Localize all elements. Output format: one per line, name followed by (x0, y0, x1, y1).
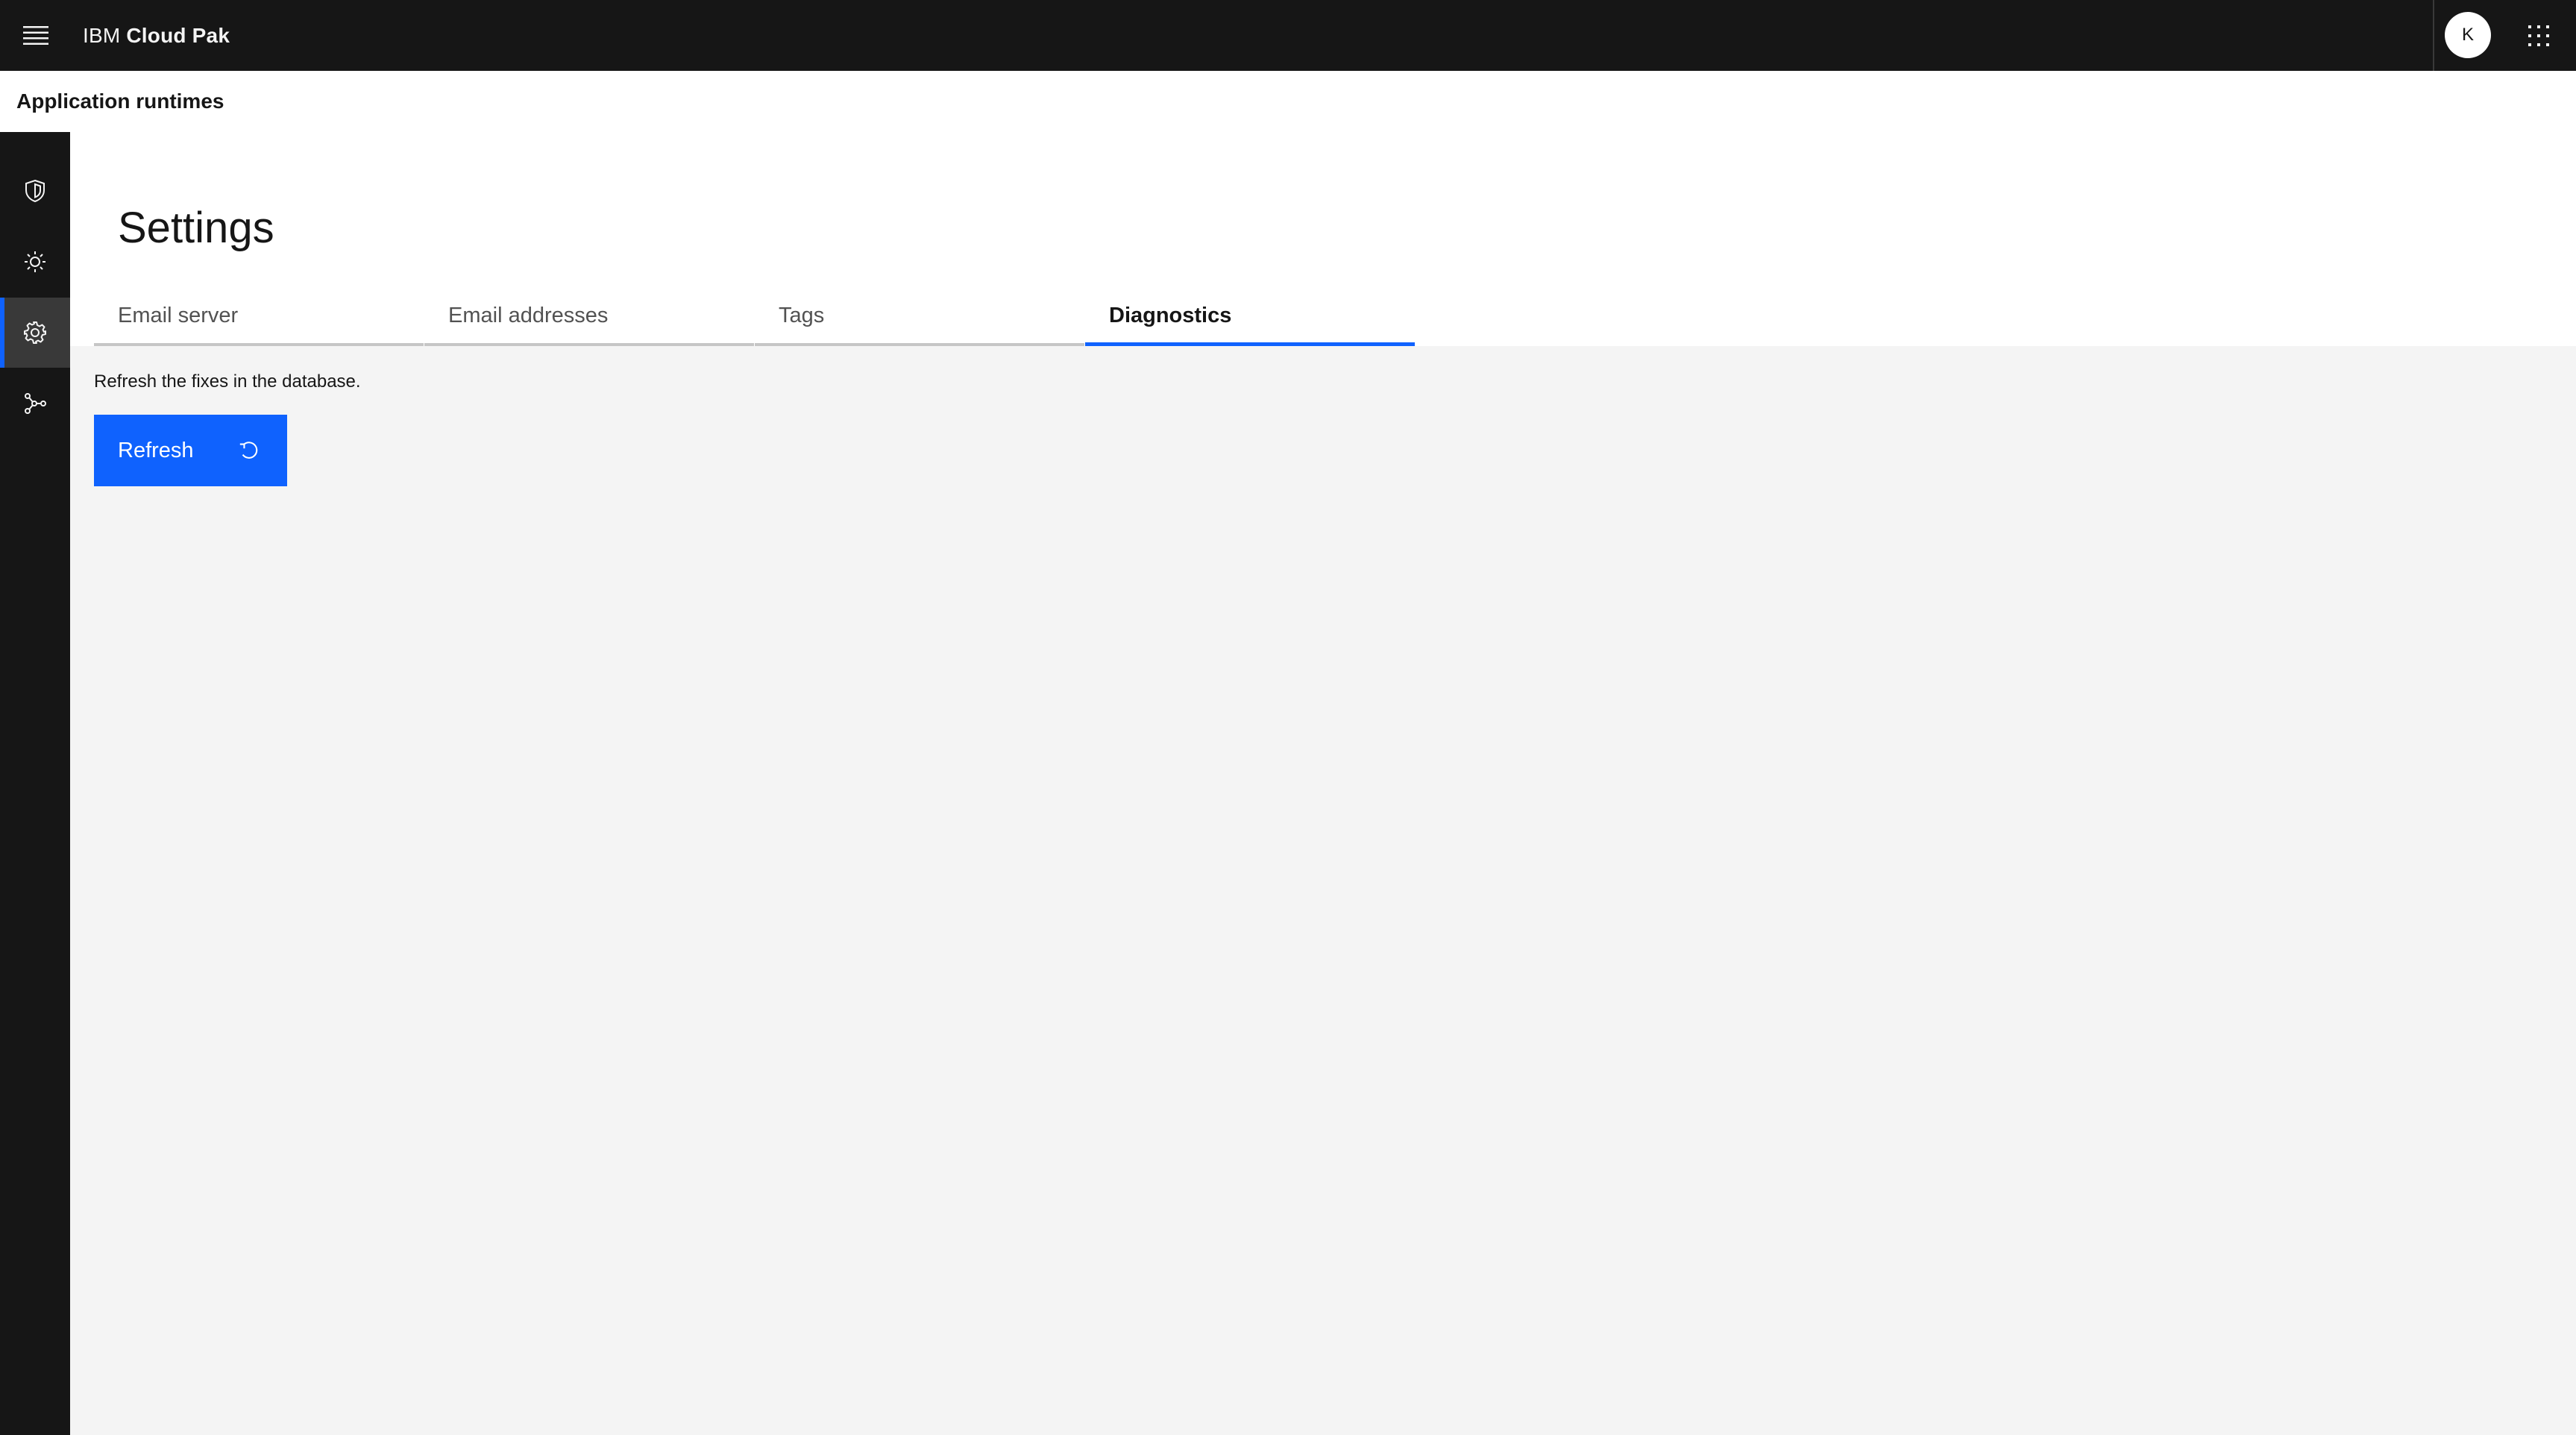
tab-email-addresses[interactable]: Email addresses (424, 288, 754, 346)
sidenav-item-insights[interactable] (0, 227, 70, 297)
app-switcher-icon-svg (2528, 25, 2549, 46)
brand-name[interactable]: IBM Cloud Pak (83, 0, 230, 71)
tab-email-server[interactable]: Email server (94, 288, 424, 346)
sidenav-item-security[interactable] (0, 156, 70, 226)
product-name: Application runtimes (16, 90, 224, 113)
brand-prefix: IBM (83, 23, 121, 47)
sidenav-item-network[interactable] (0, 368, 70, 439)
refresh-button-label: Refresh (118, 438, 194, 462)
sun-icon (25, 251, 45, 272)
network-icon (25, 393, 46, 414)
tab-diagnostics[interactable]: Diagnostics (1085, 288, 1415, 346)
tab-label: Email server (118, 303, 239, 327)
gear-icon (24, 321, 46, 344)
hamburger-menu-icon[interactable] (15, 15, 57, 57)
refresh-button[interactable]: Refresh (94, 415, 287, 486)
diagnostics-description: Refresh the fixes in the database. (94, 371, 361, 392)
user-avatar[interactable]: K (2445, 12, 2491, 58)
product-header: Application runtimes (0, 71, 2576, 132)
sidenav-item-settings[interactable] (0, 298, 70, 368)
app-switcher-icon[interactable] (2518, 15, 2560, 57)
tab-tags[interactable]: Tags (755, 288, 1084, 346)
hamburger-menu-icon-svg (23, 26, 48, 45)
brand-product: Cloud Pak (126, 23, 230, 47)
header-divider (2433, 0, 2434, 71)
tab-label: Tags (779, 303, 825, 327)
tab-label: Email addresses (448, 303, 609, 327)
top-header: IBM Cloud Pak K (0, 0, 2576, 71)
shield-icon (25, 179, 45, 203)
settings-tabs: Email server Email addresses Tags Diagno… (94, 288, 1416, 346)
side-nav (0, 132, 70, 1435)
page-title: Settings (118, 203, 274, 252)
tab-label: Diagnostics (1109, 303, 1232, 327)
refresh-icon (237, 439, 261, 462)
